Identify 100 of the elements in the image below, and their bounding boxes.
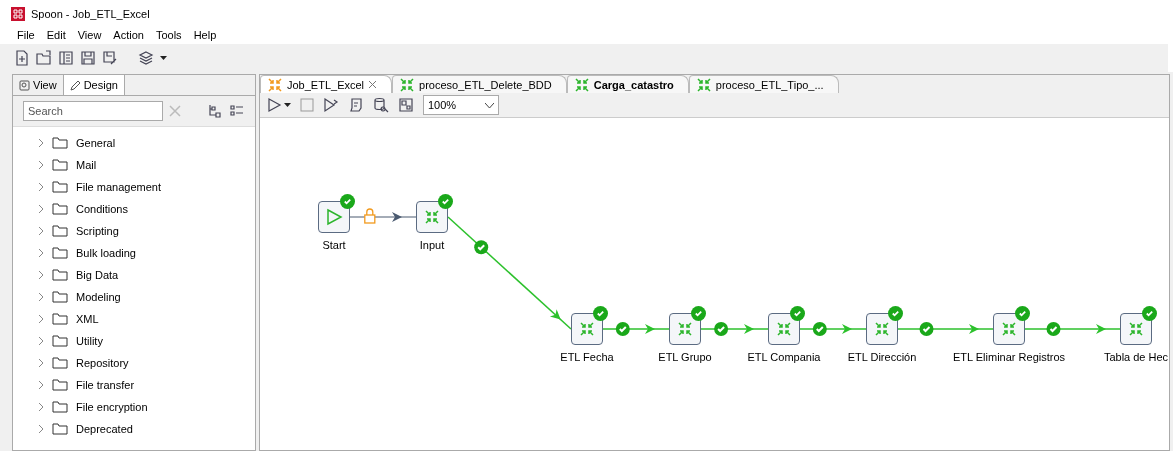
tree-item[interactable]: Mail	[76, 159, 97, 171]
transformation-icon	[776, 321, 792, 337]
chevron-icon[interactable]	[38, 205, 44, 213]
tree-item[interactable]: Utility	[76, 335, 103, 347]
chevron-icon[interactable]	[38, 359, 44, 367]
tree-item[interactable]: Scripting	[76, 225, 119, 237]
folder-icon	[52, 357, 68, 369]
new-file-icon[interactable]	[14, 50, 30, 66]
window-title: Spoon - Job_ETL_Excel	[31, 7, 150, 20]
editor-tab[interactable]: Job_ETL_Excel	[260, 75, 393, 93]
editor-tab[interactable]: Carga_catastro	[566, 75, 689, 93]
node-label: Start	[322, 239, 346, 251]
dropdown-arrow-icon[interactable]	[160, 56, 167, 60]
node-label: ETL Dirección	[847, 351, 917, 363]
tree-item[interactable]: Conditions	[76, 203, 128, 215]
hop-arrow[interactable]	[1024, 324, 1121, 334]
job-entry-node[interactable]	[669, 313, 701, 345]
run-icon[interactable]	[266, 97, 282, 113]
tree-item[interactable]: Bulk loading	[76, 247, 136, 259]
app-logo-icon	[11, 6, 25, 21]
folder-icon	[52, 335, 68, 347]
collapse-tree-icon[interactable]	[207, 103, 223, 119]
job-entry-node[interactable]	[768, 313, 800, 345]
transformation-icon	[1001, 321, 1017, 337]
transformation-icon	[424, 209, 440, 225]
job-entry-node[interactable]	[1120, 313, 1152, 345]
menu-item[interactable]: Help	[187, 27, 223, 44]
hop-arrow[interactable]	[799, 324, 867, 334]
folder-icon	[52, 379, 68, 391]
transformation-icon	[677, 321, 693, 337]
chevron-icon[interactable]	[38, 249, 44, 257]
layers-icon[interactable]	[138, 50, 154, 66]
tree-item[interactable]: Modeling	[76, 291, 121, 303]
tree-item[interactable]: File management	[76, 181, 161, 193]
open-folder-icon[interactable]	[36, 50, 52, 66]
check-icon	[615, 322, 630, 336]
replay-icon[interactable]	[323, 97, 339, 113]
chevron-icon[interactable]	[38, 381, 44, 389]
job-entry-node[interactable]	[993, 313, 1025, 345]
panel-tab[interactable]: Design	[63, 75, 125, 95]
chevron-icon[interactable]	[38, 161, 44, 169]
close-icon[interactable]	[368, 80, 378, 89]
hop-arrow[interactable]	[897, 324, 994, 334]
folder-icon	[52, 247, 68, 259]
check-icon	[1046, 322, 1061, 336]
editor-tab[interactable]: proceso_ETL_Tipo_...	[688, 75, 839, 93]
folder-icon	[52, 159, 68, 171]
hop-arrow[interactable]	[700, 324, 769, 334]
chevron-icon[interactable]	[38, 425, 44, 433]
pencil-icon	[69, 79, 81, 91]
menu-item[interactable]: Tools	[149, 27, 188, 44]
node-label: Input	[419, 239, 445, 251]
play-icon	[325, 208, 343, 226]
lock-icon	[364, 208, 376, 224]
dropdown-arrow-icon[interactable]	[284, 103, 291, 107]
chevron-icon[interactable]	[38, 227, 44, 235]
job-entry-node[interactable]	[571, 313, 603, 345]
zoom-dropdown[interactable]: 100%	[423, 95, 499, 115]
chevron-icon[interactable]	[38, 139, 44, 147]
chevron-icon	[485, 102, 494, 108]
editor-tab[interactable]: proceso_ETL_Delete_BDD	[392, 75, 567, 93]
save-as-icon[interactable]	[102, 50, 118, 66]
folder-icon	[52, 423, 68, 435]
database-search-icon[interactable]	[373, 97, 389, 113]
tree-item[interactable]: Big Data	[76, 269, 119, 281]
tree-item[interactable]: File transfer	[76, 379, 135, 391]
transformation-icon	[399, 76, 416, 93]
menu-item[interactable]: File	[11, 27, 41, 44]
script-icon[interactable]	[348, 97, 364, 113]
search-field[interactable]: Search	[23, 101, 163, 121]
job-entry-node[interactable]	[866, 313, 898, 345]
save-icon[interactable]	[80, 50, 96, 66]
tree-item[interactable]: XML	[76, 313, 99, 325]
folder-icon	[52, 181, 68, 193]
tree-item[interactable]: File encryption	[76, 401, 148, 413]
chevron-icon[interactable]	[38, 403, 44, 411]
transformation-icon	[573, 76, 590, 93]
job-entry-node[interactable]	[416, 201, 448, 233]
chevron-icon[interactable]	[38, 315, 44, 323]
folder-icon	[52, 269, 68, 281]
hop-arrow[interactable]	[602, 324, 670, 334]
tree-item[interactable]: Repository	[76, 357, 129, 369]
list-icon[interactable]	[229, 103, 245, 119]
node-label: ETL Fecha	[560, 351, 614, 363]
explore-icon[interactable]	[58, 50, 74, 66]
check-icon	[919, 322, 934, 336]
menu-item[interactable]: Action	[107, 27, 150, 44]
tree-item[interactable]: Deprecated	[76, 423, 133, 435]
hop-arrow[interactable]	[349, 212, 417, 222]
job-icon	[267, 76, 283, 93]
chevron-icon[interactable]	[38, 183, 44, 191]
grid-icon[interactable]	[398, 97, 414, 113]
tree-item[interactable]: General	[76, 137, 116, 149]
chevron-icon[interactable]	[38, 271, 44, 279]
menu-item[interactable]: Edit	[40, 27, 72, 44]
job-entry-node[interactable]	[318, 201, 350, 233]
menu-item[interactable]: View	[71, 27, 108, 44]
folder-icon	[52, 203, 68, 215]
chevron-icon[interactable]	[38, 293, 44, 301]
chevron-icon[interactable]	[38, 337, 44, 345]
